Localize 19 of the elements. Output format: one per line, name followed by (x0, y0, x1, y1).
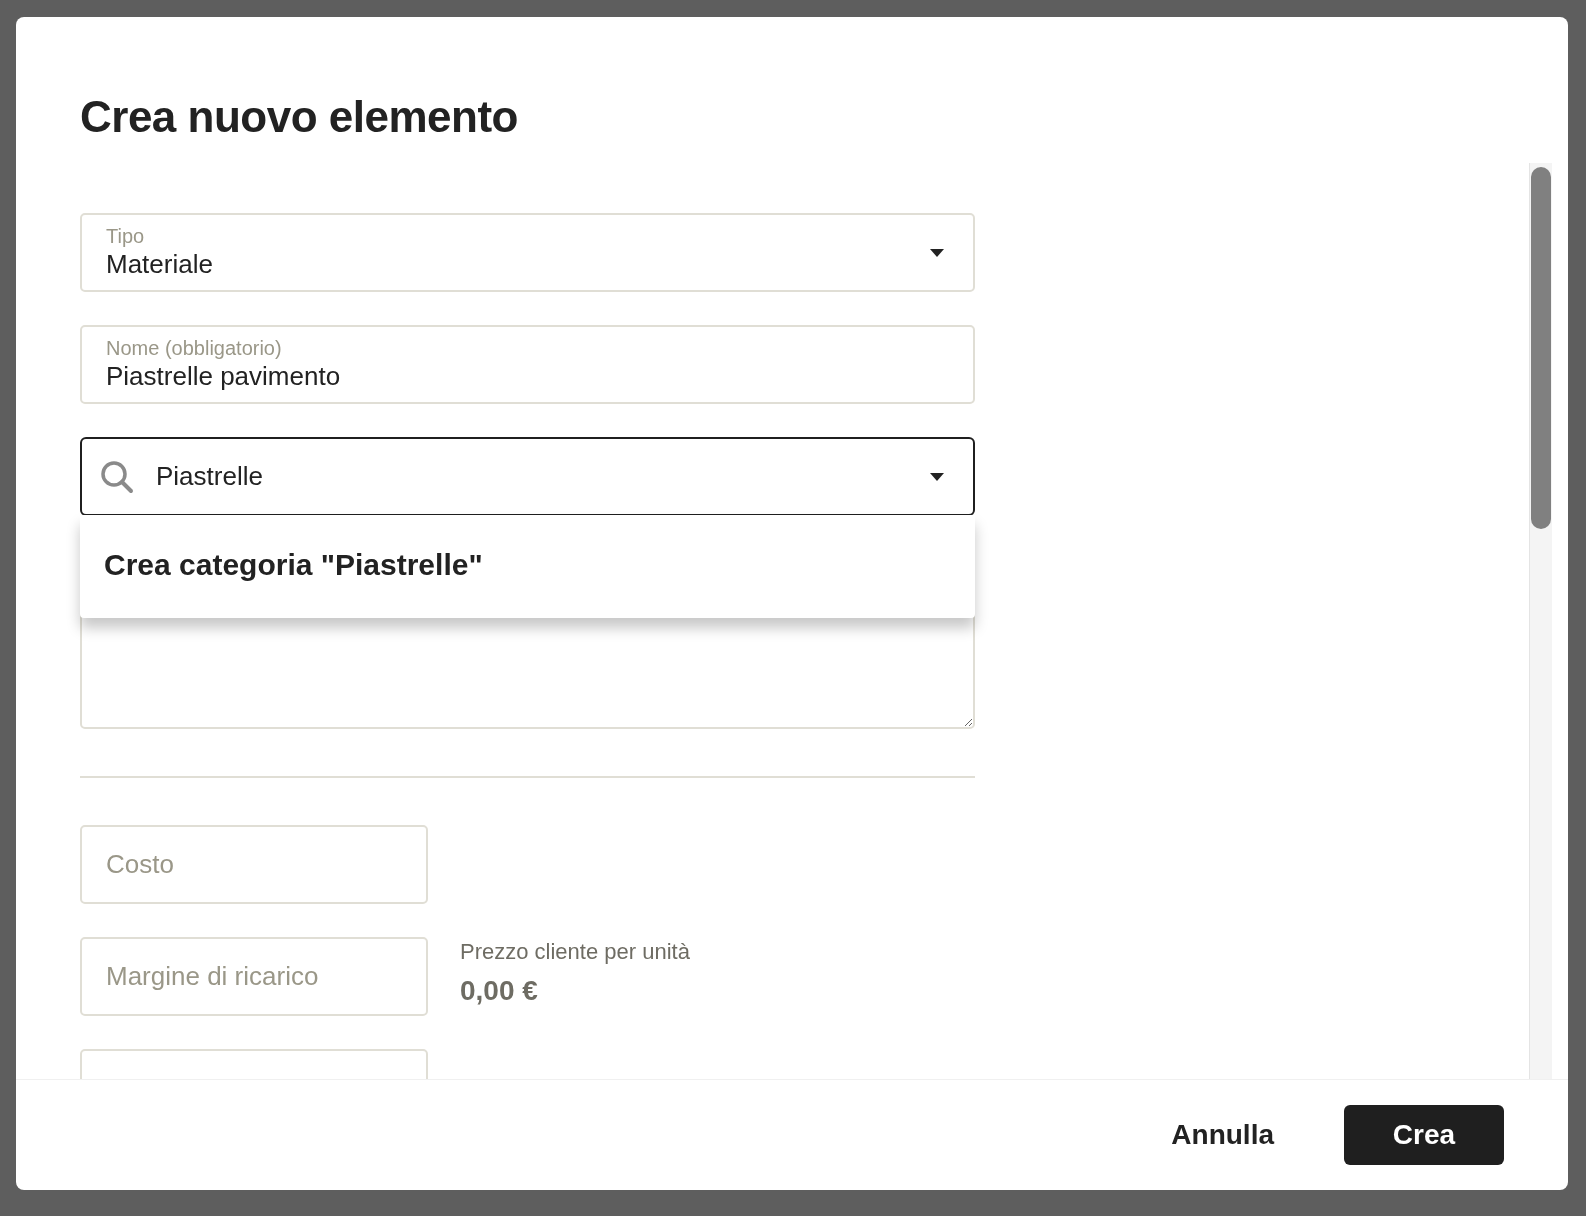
number-field[interactable]: Costo (80, 825, 428, 904)
type-select[interactable]: Tipo Materiale (80, 213, 975, 292)
number-field[interactable]: Margine di ricarico (80, 937, 428, 1016)
caret-icon (929, 247, 945, 258)
cancel-button[interactable]: Annulla (1161, 1105, 1284, 1165)
scrollbar[interactable] (1529, 163, 1552, 1079)
field-value: Materiale (106, 247, 214, 281)
customer-price-label: Prezzo cliente per unità (460, 939, 690, 965)
search-icon (100, 459, 134, 494)
name-field[interactable]: Nome (obbligatorio) Piastrelle pavimento (80, 325, 975, 404)
dialog-title: Crea nuovo elemento (79, 91, 519, 143)
caret-icon (929, 471, 945, 482)
menu-item[interactable]: Crea categoria "Piastrelle" (80, 515, 975, 618)
create-button[interactable]: Crea (1344, 1105, 1504, 1165)
field-value: Piastrelle pavimento (106, 359, 342, 393)
customer-price-value: 0,00 € (460, 975, 539, 1007)
field-label: Tipo (106, 224, 146, 247)
field-value: Piastrelle (156, 461, 264, 492)
field-label: Nome (obbligatorio) (106, 336, 283, 359)
